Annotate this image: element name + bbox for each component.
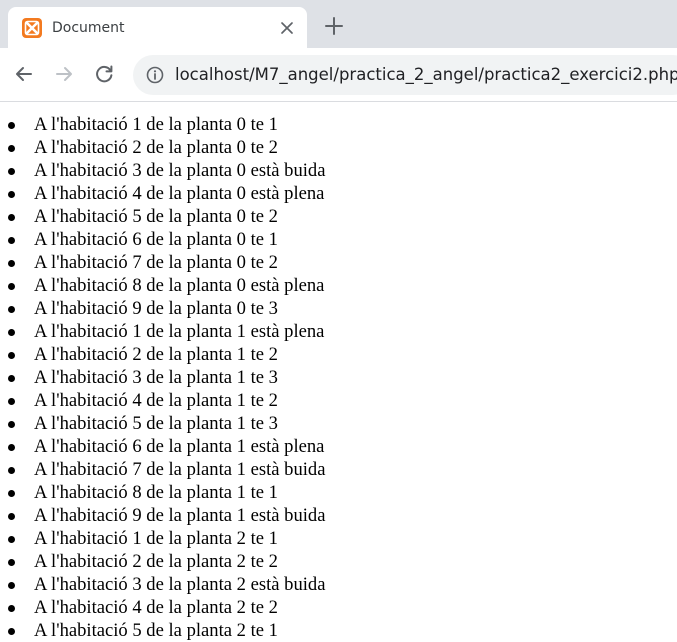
bullet-icon xyxy=(8,260,15,267)
list-item: A l'habitació 5 de la planta 2 te 1 xyxy=(0,619,325,642)
reload-icon[interactable] xyxy=(92,62,116,86)
bullet-icon xyxy=(8,168,15,175)
list-item: A l'habitació 7 de la planta 0 te 2 xyxy=(0,251,325,274)
list-item: A l'habitació 5 de la planta 0 te 2 xyxy=(0,205,325,228)
list-item: A l'habitació 5 de la planta 1 te 3 xyxy=(0,412,325,435)
list-item: A l'habitació 2 de la planta 2 te 2 xyxy=(0,550,325,573)
bullet-icon xyxy=(8,398,15,405)
url-text: localhost/M7_angel/practica_2_angel/prac… xyxy=(175,65,677,84)
list-item: A l'habitació 9 de la planta 0 te 3 xyxy=(0,297,325,320)
plus-icon[interactable] xyxy=(322,14,346,38)
list-item-text: A l'habitació 7 de la planta 1 està buid… xyxy=(34,459,326,480)
bullet-icon xyxy=(8,145,15,152)
list-item-text: A l'habitació 6 de la planta 1 està plen… xyxy=(34,436,325,457)
tab-document[interactable]: Document xyxy=(8,7,307,48)
bullet-icon xyxy=(8,214,15,221)
bullet-icon xyxy=(8,421,15,428)
list-item: A l'habitació 7 de la planta 1 està buid… xyxy=(0,458,325,481)
bullet-icon xyxy=(8,237,15,244)
bullet-icon xyxy=(8,352,15,359)
bullet-icon xyxy=(8,513,15,520)
xampp-icon xyxy=(22,18,42,38)
list-item-text: A l'habitació 7 de la planta 0 te 2 xyxy=(34,252,278,273)
bullet-icon xyxy=(8,559,15,566)
list-item: A l'habitació 6 de la planta 1 està plen… xyxy=(0,435,325,458)
list-item: A l'habitació 4 de la planta 0 està plen… xyxy=(0,182,325,205)
list-item: A l'habitació 1 de la planta 0 te 1 xyxy=(0,113,325,136)
bullet-icon xyxy=(8,375,15,382)
bullet-icon xyxy=(8,467,15,474)
list-item: A l'habitació 8 de la planta 0 està plen… xyxy=(0,274,325,297)
tab-title: Document xyxy=(52,20,125,36)
room-list: A l'habitació 1 de la planta 0 te 1A l'h… xyxy=(0,113,325,642)
list-item-text: A l'habitació 4 de la planta 2 te 2 xyxy=(34,597,278,618)
bullet-icon xyxy=(8,605,15,612)
page-content: A l'habitació 1 de la planta 0 te 1A l'h… xyxy=(0,102,677,642)
close-icon[interactable] xyxy=(276,17,298,39)
list-item-text: A l'habitació 1 de la planta 0 te 1 xyxy=(34,114,278,135)
list-item-text: A l'habitació 8 de la planta 1 te 1 xyxy=(34,482,278,503)
info-icon[interactable] xyxy=(145,65,165,85)
bullet-icon xyxy=(8,536,15,543)
list-item: A l'habitació 3 de la planta 2 està buid… xyxy=(0,573,325,596)
bullet-icon xyxy=(8,306,15,313)
list-item-text: A l'habitació 2 de la planta 0 te 2 xyxy=(34,137,278,158)
list-item: A l'habitació 3 de la planta 1 te 3 xyxy=(0,366,325,389)
list-item: A l'habitació 1 de la planta 1 està plen… xyxy=(0,320,325,343)
list-item-text: A l'habitació 2 de la planta 2 te 2 xyxy=(34,551,278,572)
list-item: A l'habitació 6 de la planta 0 te 1 xyxy=(0,228,325,251)
list-item: A l'habitació 2 de la planta 1 te 2 xyxy=(0,343,325,366)
list-item: A l'habitació 3 de la planta 0 està buid… xyxy=(0,159,325,182)
list-item-text: A l'habitació 8 de la planta 0 està plen… xyxy=(34,275,325,296)
browser-toolbar: localhost/M7_angel/practica_2_angel/prac… xyxy=(0,48,677,102)
list-item-text: A l'habitació 1 de la planta 1 està plen… xyxy=(34,321,325,342)
list-item-text: A l'habitació 3 de la planta 0 està buid… xyxy=(34,160,326,181)
bullet-icon xyxy=(8,444,15,451)
list-item-text: A l'habitació 6 de la planta 0 te 1 xyxy=(34,229,278,250)
bullet-icon xyxy=(8,122,15,129)
bullet-icon xyxy=(8,191,15,198)
bullet-icon xyxy=(8,283,15,290)
list-item: A l'habitació 8 de la planta 1 te 1 xyxy=(0,481,325,504)
list-item-text: A l'habitació 4 de la planta 1 te 2 xyxy=(34,390,278,411)
address-bar[interactable]: localhost/M7_angel/practica_2_angel/prac… xyxy=(133,55,677,95)
list-item-text: A l'habitació 2 de la planta 1 te 2 xyxy=(34,344,278,365)
list-item-text: A l'habitació 9 de la planta 1 està buid… xyxy=(34,505,326,526)
list-item-text: A l'habitació 3 de la planta 1 te 3 xyxy=(34,367,278,388)
list-item-text: A l'habitació 5 de la planta 0 te 2 xyxy=(34,206,278,227)
back-icon[interactable] xyxy=(12,62,36,86)
bullet-icon xyxy=(8,490,15,497)
list-item-text: A l'habitació 9 de la planta 0 te 3 xyxy=(34,298,278,319)
list-item: A l'habitació 4 de la planta 1 te 2 xyxy=(0,389,325,412)
list-item: A l'habitació 1 de la planta 2 te 1 xyxy=(0,527,325,550)
list-item-text: A l'habitació 4 de la planta 0 està plen… xyxy=(34,183,325,204)
list-item: A l'habitació 4 de la planta 2 te 2 xyxy=(0,596,325,619)
list-item: A l'habitació 2 de la planta 0 te 2 xyxy=(0,136,325,159)
list-item-text: A l'habitació 1 de la planta 2 te 1 xyxy=(34,528,278,549)
bullet-icon xyxy=(8,582,15,589)
list-item-text: A l'habitació 5 de la planta 2 te 1 xyxy=(34,620,278,641)
list-item-text: A l'habitació 3 de la planta 2 està buid… xyxy=(34,574,326,595)
forward-icon[interactable] xyxy=(52,62,76,86)
tab-strip: Document xyxy=(0,0,677,48)
list-item: A l'habitació 9 de la planta 1 està buid… xyxy=(0,504,325,527)
bullet-icon xyxy=(8,628,15,635)
bullet-icon xyxy=(8,329,15,336)
list-item-text: A l'habitació 5 de la planta 1 te 3 xyxy=(34,413,278,434)
